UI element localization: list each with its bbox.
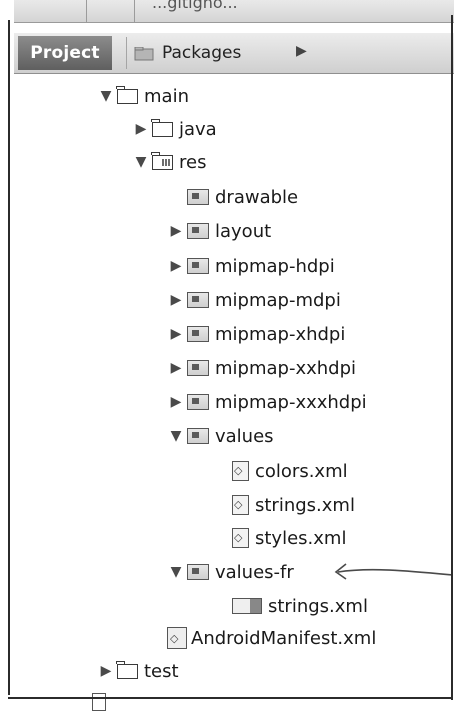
tree-item-mipmap-xxhdpi[interactable]: ▶ mipmap-xxhdpi bbox=[165, 352, 356, 384]
res-folder-icon bbox=[187, 564, 209, 580]
tree-item-mipmap-xxxhdpi[interactable]: ▶ mipmap-xxxhdpi bbox=[165, 386, 367, 418]
tree-item-label: values bbox=[215, 425, 274, 447]
tree-item-strings-xml[interactable]: strings.xml bbox=[210, 489, 355, 521]
packages-icon bbox=[134, 46, 154, 61]
tree-item-androidmanifest-xml[interactable]: AndroidManifest.xml bbox=[145, 622, 376, 654]
tree-item-label: AndroidManifest.xml bbox=[191, 627, 377, 649]
res-folder-icon bbox=[187, 326, 209, 342]
expand-right-icon[interactable]: ▶ bbox=[165, 223, 187, 239]
expand-right-icon[interactable]: ▶ bbox=[165, 258, 187, 274]
frame-left-edge bbox=[8, 20, 10, 695]
file-icon bbox=[92, 693, 106, 711]
tree-item-label: strings.xml bbox=[255, 494, 355, 516]
res-folder-icon bbox=[187, 360, 209, 376]
project-toolbar: Project Packages ▶ bbox=[14, 33, 454, 74]
tree-item-label: drawable bbox=[215, 186, 299, 208]
expand-right-icon[interactable]: ▶ bbox=[165, 394, 187, 410]
tree-item-mipmap-xhdpi[interactable]: ▶ mipmap-xhdpi bbox=[165, 318, 346, 350]
strings-file-icon bbox=[232, 598, 262, 614]
tree-item-label: mipmap-xxhdpi bbox=[215, 357, 357, 379]
expand-down-icon[interactable]: ▼ bbox=[165, 564, 187, 580]
tree-item-label: mipmap-mdpi bbox=[215, 289, 341, 311]
tree-item-label: values-fr bbox=[215, 561, 294, 583]
expand-right-icon[interactable]: ▶ bbox=[130, 121, 152, 137]
tree-item-label: strings.xml bbox=[268, 595, 368, 617]
project-window: ...gitigno... Project Packages ▶ ▼ main ▶ j… bbox=[0, 0, 463, 711]
more-views-arrow-icon[interactable]: ▶ bbox=[296, 43, 307, 59]
manifest-file-icon bbox=[167, 627, 187, 649]
resource-folder-icon bbox=[151, 151, 173, 170]
res-folder-icon bbox=[187, 428, 209, 444]
tab-packages[interactable]: Packages bbox=[134, 36, 274, 70]
annotation-arrow-icon bbox=[334, 563, 453, 580]
res-folder-icon bbox=[187, 394, 209, 410]
folder-icon bbox=[116, 660, 138, 679]
tree-item-res[interactable]: ▼ res bbox=[130, 146, 206, 178]
tree-item-main[interactable]: ▼ main bbox=[95, 80, 189, 112]
res-folder-icon bbox=[187, 189, 209, 205]
res-folder-icon bbox=[187, 292, 209, 308]
editor-tab-strip: ...gitigno... bbox=[14, 0, 454, 23]
tree-item-java[interactable]: ▶ java bbox=[130, 113, 217, 145]
tree-item-test[interactable]: ▶ test bbox=[95, 655, 179, 687]
tree-item-values-fr[interactable]: ▼ values-fr bbox=[165, 556, 294, 588]
tree-item-label: main bbox=[144, 85, 189, 107]
res-folder-icon bbox=[187, 258, 209, 274]
expand-right-icon[interactable]: ▶ bbox=[165, 360, 187, 376]
project-panel: ...gitigno... Project Packages ▶ ▼ main ▶ j… bbox=[0, 0, 463, 711]
editor-tab-gitignore[interactable]: ...gitigno... bbox=[152, 0, 238, 12]
toolbar-divider bbox=[126, 37, 127, 69]
folder-icon bbox=[116, 85, 138, 104]
tree-item-colors-xml[interactable]: colors.xml bbox=[210, 455, 348, 487]
tree-item-label: mipmap-hdpi bbox=[215, 255, 335, 277]
tab-divider bbox=[86, 0, 87, 22]
tree-item-label: res bbox=[179, 151, 207, 173]
tree-item-values[interactable]: ▼ values bbox=[165, 420, 274, 452]
tree-item-styles-xml[interactable]: styles.xml bbox=[210, 522, 346, 554]
tree-item-label: mipmap-xxxhdpi bbox=[215, 391, 367, 413]
xml-file-icon bbox=[232, 528, 249, 548]
frame-bottom-edge bbox=[8, 697, 452, 699]
tree-item-label: layout bbox=[215, 220, 272, 242]
expand-down-icon[interactable]: ▼ bbox=[130, 154, 152, 170]
expand-down-icon[interactable]: ▼ bbox=[95, 88, 117, 104]
expand-right-icon[interactable]: ▶ bbox=[165, 292, 187, 308]
expand-right-icon[interactable]: ▶ bbox=[95, 663, 117, 679]
tab-project[interactable]: Project bbox=[18, 36, 112, 70]
expand-right-icon[interactable]: ▶ bbox=[165, 326, 187, 342]
tab-packages-label: Packages bbox=[162, 43, 242, 63]
tree-item-mipmap-hdpi[interactable]: ▶ mipmap-hdpi bbox=[165, 250, 335, 282]
tree-item-label: test bbox=[144, 660, 179, 682]
tree-item-label: colors.xml bbox=[255, 460, 348, 482]
tree-item-label: java bbox=[179, 118, 217, 140]
frame-right-edge bbox=[451, 15, 453, 700]
tree-item-label: styles.xml bbox=[255, 527, 347, 549]
tree-item-drawable[interactable]: drawable bbox=[165, 181, 298, 213]
tree-item-mipmap-mdpi[interactable]: ▶ mipmap-mdpi bbox=[165, 284, 341, 316]
tab-divider bbox=[134, 0, 135, 22]
res-folder-icon bbox=[187, 223, 209, 239]
xml-file-icon bbox=[232, 495, 249, 515]
tree-item-label: mipmap-xhdpi bbox=[215, 323, 346, 345]
xml-file-icon bbox=[232, 461, 249, 481]
folder-icon bbox=[151, 118, 173, 137]
tree-item-layout[interactable]: ▶ layout bbox=[165, 215, 272, 247]
expand-down-icon[interactable]: ▼ bbox=[165, 428, 187, 444]
tree-item-truncated[interactable] bbox=[92, 686, 106, 718]
